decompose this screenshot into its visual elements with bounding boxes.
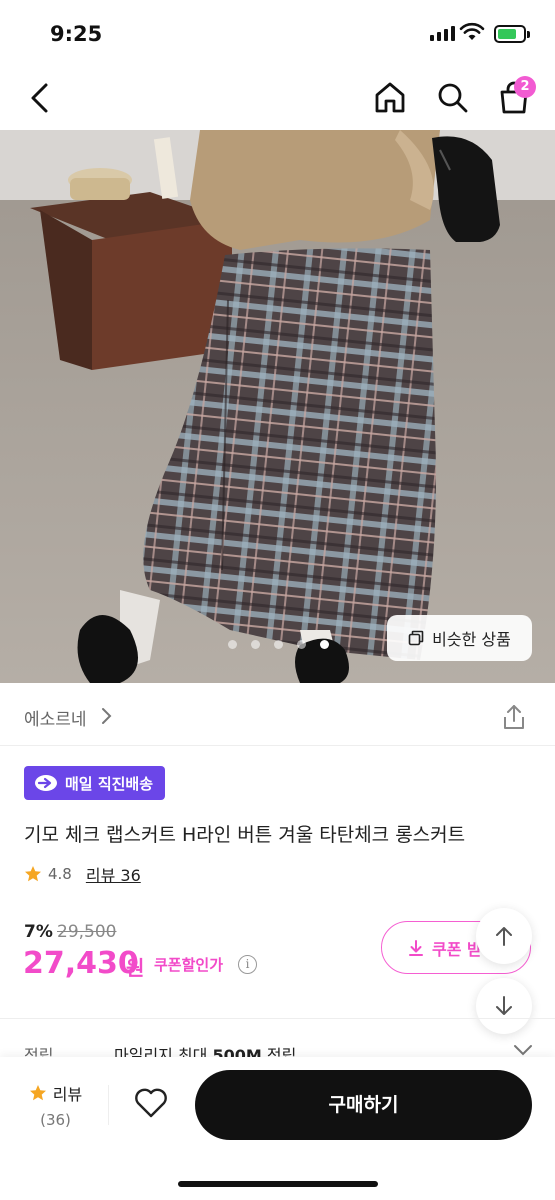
product-photo-illustration: [0, 130, 555, 683]
carousel-dot-active[interactable]: [320, 640, 329, 649]
info-icon[interactable]: i: [238, 955, 257, 974]
buy-button[interactable]: 구매하기: [195, 1070, 532, 1140]
fast-delivery-icon: [35, 775, 57, 791]
scroll-down-button[interactable]: [476, 978, 532, 1034]
copy-icon: [408, 630, 424, 646]
cellular-signal-icon: [430, 26, 455, 41]
carousel-indicator[interactable]: [228, 640, 329, 649]
rating-row: 4.8 리뷰 36: [24, 862, 141, 886]
heart-icon[interactable]: [133, 1087, 169, 1119]
home-indicator: [178, 1181, 378, 1187]
battery-icon: [494, 25, 530, 43]
discount-rate: 7%: [24, 922, 53, 942]
product-image[interactable]: [0, 130, 555, 683]
carousel-dot[interactable]: [228, 640, 237, 649]
similar-products-button[interactable]: 비슷한 상품: [387, 615, 532, 661]
scroll-up-button[interactable]: [476, 908, 532, 964]
cart-count-badge: 2: [514, 76, 536, 98]
store-name[interactable]: 에소르네: [24, 705, 87, 730]
carousel-dot[interactable]: [297, 640, 306, 649]
status-bar: 9:25: [0, 0, 555, 64]
reviews-link[interactable]: 리뷰 36: [86, 862, 141, 886]
top-nav: 2: [0, 64, 555, 130]
coupon-button-label: 쿠폰 받: [432, 939, 482, 959]
product-title: 기모 체크 랩스커트 H라인 버튼 겨울 타탄체크 롱스커트: [24, 824, 466, 846]
review-count: (36): [40, 1111, 71, 1129]
section-divider: [0, 1018, 555, 1019]
sale-price: 27,430: [23, 946, 139, 981]
chevron-down-icon[interactable]: [513, 1044, 533, 1056]
chevron-right-icon: [102, 708, 112, 724]
carousel-dot[interactable]: [251, 640, 260, 649]
carousel-dot[interactable]: [274, 640, 283, 649]
status-time: 9:25: [50, 22, 103, 46]
similar-products-label: 비슷한 상품: [432, 630, 511, 649]
delivery-badge-label: 매일 직진배송: [65, 774, 154, 793]
original-price: 29,500: [57, 922, 117, 942]
wifi-icon: [459, 22, 485, 40]
arrow-down-icon: [496, 996, 512, 1015]
bottom-action-bar: 리뷰 (36) 구매하기: [0, 1057, 555, 1200]
home-icon[interactable]: [370, 78, 410, 118]
search-icon[interactable]: [433, 78, 473, 118]
arrow-up-icon: [496, 927, 512, 946]
review-button-label: 리뷰: [52, 1085, 83, 1104]
star-icon: [29, 1085, 46, 1101]
rating-score: 4.8: [48, 865, 72, 883]
vertical-divider: [108, 1085, 109, 1125]
delivery-badge: 매일 직진배송: [24, 766, 166, 800]
currency-label: 원: [126, 956, 145, 980]
review-button[interactable]: 리뷰 (36): [18, 1081, 93, 1129]
back-arrow-icon[interactable]: [22, 78, 58, 118]
star-icon: [25, 866, 41, 882]
share-icon[interactable]: [501, 703, 527, 731]
coupon-price-label: 쿠폰할인가: [154, 956, 224, 974]
download-icon: [409, 939, 423, 956]
store-row[interactable]: 에소르네: [0, 683, 555, 746]
